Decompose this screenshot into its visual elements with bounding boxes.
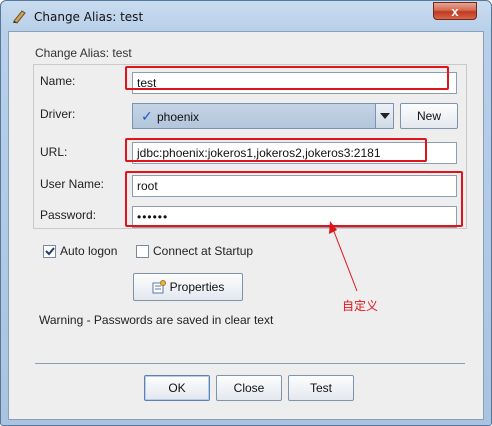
- warning-text: Warning - Passwords are saved in clear t…: [39, 313, 274, 327]
- username-label: User Name:: [40, 177, 105, 191]
- checkmark-icon: ✓: [141, 108, 153, 124]
- close-icon: x: [451, 3, 459, 19]
- driver-label: Driver:: [40, 107, 76, 121]
- name-field[interactable]: test: [132, 72, 457, 94]
- driver-select[interactable]: ✓ phoenix: [132, 103, 394, 129]
- app-icon: [13, 10, 26, 24]
- ok-button[interactable]: OK: [144, 375, 210, 401]
- dialog-heading: Change Alias: test: [35, 46, 132, 60]
- dialog-body: Change Alias: test Name: test Driver: ✓ …: [8, 31, 484, 420]
- dialog-window: Change Alias: test x Change Alias: test …: [0, 0, 492, 426]
- username-field[interactable]: root: [132, 175, 457, 197]
- properties-icon: [152, 280, 166, 294]
- test-button[interactable]: Test: [288, 375, 354, 401]
- url-field[interactable]: jdbc:phoenix:jokeros1,jokeros2,jokeros3:…: [132, 142, 457, 164]
- password-field[interactable]: ••••••: [132, 206, 457, 228]
- auto-logon-checkbox[interactable]: [43, 245, 56, 258]
- new-driver-button[interactable]: New: [400, 103, 458, 129]
- window-close-button[interactable]: x: [433, 2, 477, 20]
- chevron-down-icon: [379, 113, 390, 119]
- dropdown-arrow-button[interactable]: [375, 104, 393, 128]
- properties-label: Properties: [169, 280, 225, 294]
- connect-startup-checkbox[interactable]: [136, 245, 149, 258]
- checkmark-icon: [44, 247, 55, 256]
- url-label: URL:: [40, 145, 68, 159]
- password-label: Password:: [40, 208, 97, 222]
- divider: [35, 363, 465, 364]
- window-title: Change Alias: test: [34, 10, 144, 24]
- name-label: Name:: [40, 74, 76, 88]
- title-bar[interactable]: Change Alias: test x: [1, 1, 491, 31]
- driver-value: phoenix: [157, 110, 200, 124]
- connect-startup-label: Connect at Startup: [153, 244, 254, 258]
- properties-button[interactable]: Properties: [133, 273, 243, 301]
- annotation-label: 自定义: [342, 299, 379, 313]
- auto-logon-label: Auto logon: [60, 244, 118, 258]
- close-button[interactable]: Close: [216, 375, 282, 401]
